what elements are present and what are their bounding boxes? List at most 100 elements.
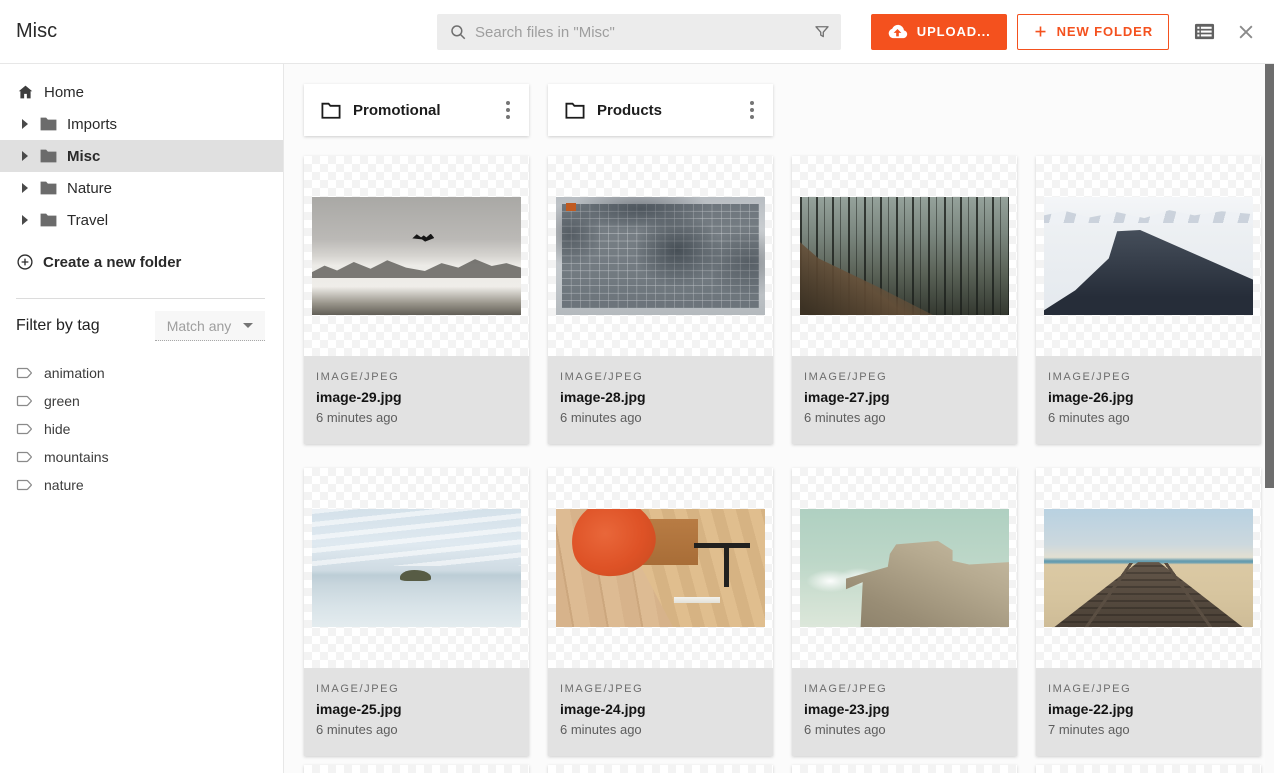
list-view-button[interactable]	[1191, 19, 1218, 44]
file-card-image-25[interactable]: IMAGE/JPEG image-25.jpg 6 minutes ago	[304, 468, 529, 756]
file-thumbnail	[1036, 468, 1261, 668]
folder-icon	[39, 212, 58, 228]
file-card-image-27[interactable]: IMAGE/JPEG image-27.jpg 6 minutes ago	[792, 156, 1017, 444]
sidebar: Home Imports Misc Nature Travel	[0, 64, 284, 773]
file-time: 6 minutes ago	[804, 410, 1005, 425]
tag-list: animation green hide mountains nature	[0, 359, 283, 499]
sidebar-item-nature[interactable]: Nature	[0, 172, 283, 204]
file-name: image-29.jpg	[316, 389, 517, 405]
folder-menu-button[interactable]	[737, 95, 767, 125]
file-row-3-peek	[304, 765, 1274, 773]
sidebar-item-imports[interactable]: Imports	[0, 108, 283, 140]
scrollbar-track[interactable]	[1265, 64, 1274, 773]
sidebar-item-misc[interactable]: Misc	[0, 140, 283, 172]
file-meta: IMAGE/JPEG image-27.jpg 6 minutes ago	[792, 356, 1017, 444]
folder-icon	[39, 180, 58, 196]
thumbnail-image	[800, 509, 1009, 627]
plus-icon	[1033, 24, 1048, 39]
match-mode-select[interactable]: Match any	[155, 311, 265, 341]
tag-label: mountains	[44, 449, 109, 465]
kebab-dot	[750, 108, 754, 112]
sidebar-item-travel[interactable]: Travel	[0, 204, 283, 236]
tag-icon	[16, 364, 34, 382]
create-new-folder-link[interactable]: Create a new folder	[0, 246, 283, 278]
thumbnail-image	[1044, 197, 1253, 315]
file-card-image-23[interactable]: IMAGE/JPEG image-23.jpg 6 minutes ago	[792, 468, 1017, 756]
file-thumbnail	[1036, 156, 1261, 356]
tag-item-hide[interactable]: hide	[0, 415, 283, 443]
file-card-image-24[interactable]: IMAGE/JPEG image-24.jpg 6 minutes ago	[548, 468, 773, 756]
file-card-peek[interactable]	[304, 765, 529, 773]
file-type: IMAGE/JPEG	[560, 371, 761, 383]
file-thumbnail	[548, 468, 773, 668]
filter-funnel-icon[interactable]	[811, 21, 833, 43]
file-time: 7 minutes ago	[1048, 722, 1249, 737]
folder-card-promotional[interactable]: Promotional	[304, 84, 529, 136]
create-new-folder-label: Create a new folder	[43, 254, 181, 271]
folder-cards-row: Promotional Products	[304, 84, 1274, 136]
file-time: 6 minutes ago	[804, 722, 1005, 737]
tag-label: animation	[44, 365, 105, 381]
file-meta: IMAGE/JPEG image-28.jpg 6 minutes ago	[548, 356, 773, 444]
home-icon	[16, 83, 35, 101]
file-card-peek[interactable]	[1036, 765, 1261, 773]
expand-caret-icon[interactable]	[22, 119, 28, 129]
expand-caret-icon[interactable]	[22, 215, 28, 225]
close-icon	[1236, 22, 1256, 42]
folder-outline-icon	[320, 101, 342, 120]
tag-item-mountains[interactable]: mountains	[0, 443, 283, 471]
sidebar-home-label: Home	[44, 84, 84, 101]
tag-item-green[interactable]: green	[0, 387, 283, 415]
upload-button-label: UPLOAD...	[917, 24, 991, 39]
file-card-image-28[interactable]: IMAGE/JPEG image-28.jpg 6 minutes ago	[548, 156, 773, 444]
folder-card-name: Products	[597, 102, 726, 119]
new-folder-button[interactable]: NEW FOLDER	[1017, 14, 1169, 50]
thumbnail-image	[1044, 509, 1253, 627]
file-name: image-25.jpg	[316, 701, 517, 717]
close-button[interactable]	[1234, 20, 1258, 44]
search-input[interactable]	[467, 24, 811, 41]
file-grid-area: Promotional Products IMAGE/JPEG image-29…	[284, 64, 1274, 773]
match-mode-value: Match any	[167, 318, 232, 334]
file-type: IMAGE/JPEG	[1048, 371, 1249, 383]
folder-card-products[interactable]: Products	[548, 84, 773, 136]
upload-button[interactable]: UPLOAD...	[871, 14, 1007, 50]
tag-label: hide	[44, 421, 70, 437]
file-meta: IMAGE/JPEG image-25.jpg 6 minutes ago	[304, 668, 529, 756]
file-time: 6 minutes ago	[316, 722, 517, 737]
expand-caret-icon[interactable]	[22, 151, 28, 161]
file-thumbnail	[304, 156, 529, 356]
file-type: IMAGE/JPEG	[804, 371, 1005, 383]
sidebar-item-home[interactable]: Home	[0, 76, 283, 108]
thumbnail-image	[556, 197, 765, 315]
file-card-peek[interactable]	[548, 765, 773, 773]
file-type: IMAGE/JPEG	[316, 371, 517, 383]
tag-icon	[16, 392, 34, 410]
chevron-down-icon	[243, 323, 253, 328]
file-card-image-22[interactable]: IMAGE/JPEG image-22.jpg 7 minutes ago	[1036, 468, 1261, 756]
folder-outline-icon	[564, 101, 586, 120]
file-name: image-26.jpg	[1048, 389, 1249, 405]
file-meta: IMAGE/JPEG image-29.jpg 6 minutes ago	[304, 356, 529, 444]
file-card-image-26[interactable]: IMAGE/JPEG image-26.jpg 6 minutes ago	[1036, 156, 1261, 444]
search-bar	[437, 14, 841, 50]
file-meta: IMAGE/JPEG image-22.jpg 7 minutes ago	[1036, 668, 1261, 756]
tag-item-nature[interactable]: nature	[0, 471, 283, 499]
file-type: IMAGE/JPEG	[804, 683, 1005, 695]
sidebar-folder-label: Imports	[67, 116, 117, 133]
file-row-1: IMAGE/JPEG image-29.jpg 6 minutes ago IM…	[304, 156, 1274, 444]
folder-menu-button[interactable]	[493, 95, 523, 125]
tag-item-animation[interactable]: animation	[0, 359, 283, 387]
file-card-image-29[interactable]: IMAGE/JPEG image-29.jpg 6 minutes ago	[304, 156, 529, 444]
main-area: Home Imports Misc Nature Travel	[0, 64, 1274, 773]
expand-caret-icon[interactable]	[22, 183, 28, 193]
folder-icon	[39, 148, 58, 164]
tag-label: nature	[44, 477, 84, 493]
file-name: image-22.jpg	[1048, 701, 1249, 717]
file-meta: IMAGE/JPEG image-24.jpg 6 minutes ago	[548, 668, 773, 756]
file-card-peek[interactable]	[792, 765, 1017, 773]
filter-by-tag-header: Filter by tag Match any	[0, 311, 283, 341]
kebab-dot	[750, 101, 754, 105]
scrollbar-thumb[interactable]	[1265, 64, 1274, 488]
thumbnail-image	[312, 509, 521, 627]
